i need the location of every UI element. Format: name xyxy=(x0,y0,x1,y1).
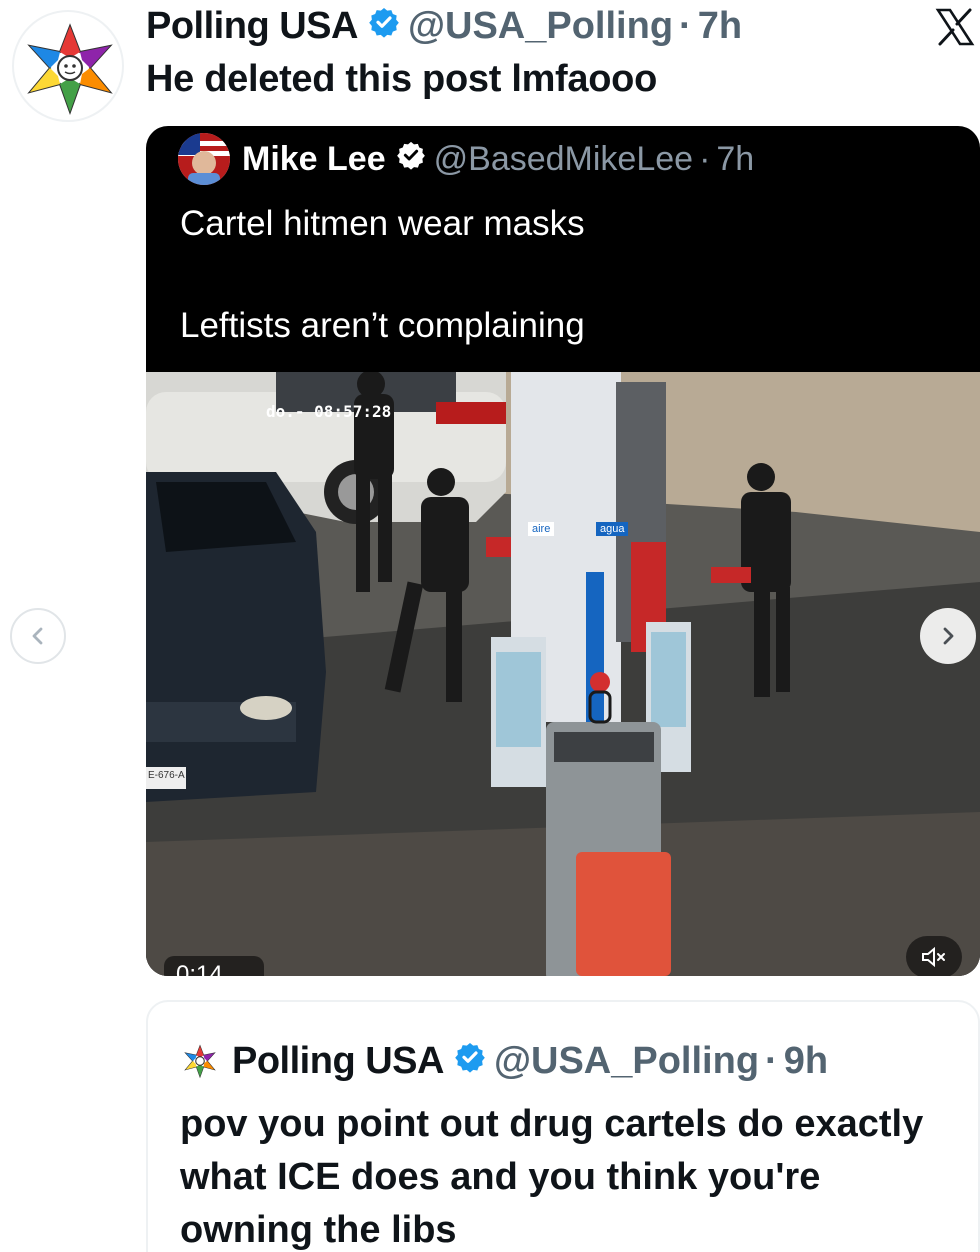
mike-lee-avatar xyxy=(178,133,230,185)
nested-post-time[interactable]: 9h xyxy=(784,1040,828,1083)
quoted-text-line-2: Leftists aren’t complaining xyxy=(180,306,585,345)
verified-badge-icon xyxy=(368,5,400,48)
post-time[interactable]: 7h xyxy=(698,5,742,48)
nested-quote-header: Polling USA @USA_Polling · 9h xyxy=(180,1038,828,1084)
quoted-post-image[interactable]: Mike Lee @BasedMikeLee · 7h Cartel hitme… xyxy=(146,126,980,976)
separator-dot: · xyxy=(699,139,711,178)
nested-quote-tweet[interactable]: Polling USA @USA_Polling · 9h pov you po… xyxy=(146,1000,980,1252)
pump-label-aire: aire xyxy=(528,522,555,536)
polling-usa-avatar[interactable] xyxy=(12,10,124,122)
video-player[interactable]: do.- 08:57:28 aire agua E-676-A xyxy=(146,372,980,976)
nested-quote-text: pov you point out drug cartels do exactl… xyxy=(180,1103,924,1251)
verified-badge-icon xyxy=(396,140,426,179)
tweet-header: Polling USA @USA_Polling · 7h xyxy=(146,4,742,48)
chevron-left-icon xyxy=(32,627,43,645)
video-frame xyxy=(146,372,980,976)
cctv-timestamp-overlay: do.- 08:57:28 xyxy=(266,402,392,421)
license-plate: E-676-A xyxy=(148,770,185,781)
verified-badge-icon xyxy=(454,1040,486,1083)
separator-dot: · xyxy=(765,1039,778,1082)
author-name[interactable]: Polling USA xyxy=(146,5,358,48)
speaker-muted-icon xyxy=(922,946,945,968)
tweet-text: He deleted this post lmfaooo xyxy=(146,58,657,100)
separator-dot: · xyxy=(679,4,692,47)
quoted-author-handle: @BasedMikeLee xyxy=(433,139,694,178)
polling-usa-logo-icon xyxy=(27,23,113,115)
polling-usa-logo-icon xyxy=(180,1041,220,1081)
carousel-prev-button[interactable] xyxy=(10,608,66,664)
author-handle[interactable]: @USA_Polling xyxy=(408,5,673,48)
mute-button[interactable] xyxy=(906,936,962,976)
quoted-text-line-1: Cartel hitmen wear masks xyxy=(180,204,585,243)
x-logo-icon xyxy=(934,6,976,48)
chevron-right-icon xyxy=(943,627,954,645)
pump-label-agua: agua xyxy=(596,522,629,536)
carousel-next-button[interactable] xyxy=(920,608,976,664)
nested-author-name[interactable]: Polling USA xyxy=(232,1040,444,1083)
quoted-post-header: Mike Lee @BasedMikeLee · 7h xyxy=(178,133,755,185)
quoted-post-time: 7h xyxy=(716,139,755,178)
quoted-author-name: Mike Lee xyxy=(242,139,386,178)
nested-author-handle[interactable]: @USA_Polling xyxy=(494,1040,759,1083)
video-duration: 0:14 xyxy=(164,956,264,976)
